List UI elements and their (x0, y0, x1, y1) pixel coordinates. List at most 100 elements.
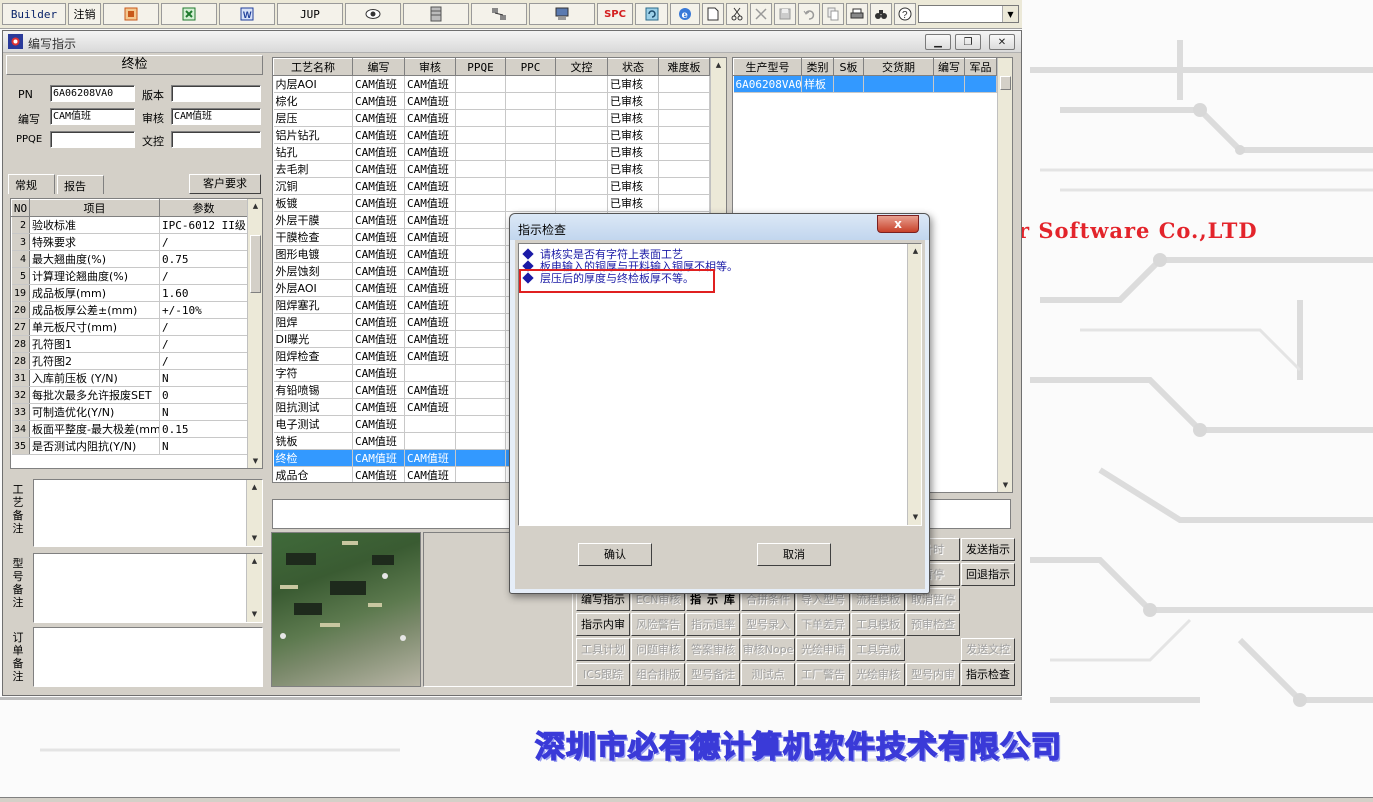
param-cell[interactable]: N (159, 369, 248, 387)
message-list-scrollbar[interactable]: ▲ ▼ (907, 244, 921, 525)
column-header-status[interactable]: 状态 (607, 58, 659, 76)
cut-button[interactable] (726, 3, 748, 25)
action-button[interactable]: 回退指示 (961, 563, 1015, 586)
column-header-ppqe[interactable]: PPQE (455, 58, 506, 76)
scroll-up-icon[interactable]: ▲ (711, 58, 726, 73)
action-button[interactable]: 预审检查 (906, 613, 960, 636)
excel-button[interactable] (161, 3, 217, 25)
parameter-grid-scrollbar[interactable]: ▲ ▼ (247, 199, 262, 468)
param-cell[interactable]: N (159, 437, 248, 455)
param-cell[interactable]: N (159, 403, 248, 421)
model-memo-scrollbar[interactable]: ▲ ▼ (246, 554, 262, 622)
action-button[interactable]: 答案审核 (686, 638, 740, 661)
action-button[interactable]: 问题审核 (631, 638, 685, 661)
spc-button[interactable]: SPC (597, 3, 633, 25)
scroll-down-icon[interactable]: ▼ (248, 454, 262, 468)
table-row[interactable]: 28 孔符图2/ (11, 352, 248, 370)
refresh-button[interactable] (635, 3, 668, 25)
writer-field[interactable]: CAM值班 (50, 108, 135, 125)
table-row[interactable]: 32 每批次最多允许报废SET 0 (11, 386, 248, 404)
table-row[interactable]: 棕化 CAM值班 CAM值班 已审核 (273, 92, 710, 110)
param-cell[interactable]: / (159, 233, 248, 251)
copy-button[interactable] (822, 3, 844, 25)
customer-requirements-button[interactable]: 客户要求 (189, 174, 261, 194)
column-header-military[interactable]: 军品 (964, 58, 997, 76)
ppqe-field[interactable] (50, 131, 135, 148)
table-row[interactable]: 27 单元板尺寸(mm) / (11, 318, 248, 336)
action-button[interactable]: 审核Nope (741, 638, 795, 661)
column-header-item[interactable]: 项目 (29, 199, 160, 217)
scroll-up-icon[interactable]: ▲ (248, 199, 262, 214)
table-row[interactable]: 31 入库前压板 (Y/N) N (11, 369, 248, 387)
table-row[interactable]: 20 成品板厚公差±(mm) +/-10% (11, 301, 248, 319)
param-cell[interactable]: 1.60 (159, 284, 248, 302)
action-button[interactable]: 光绘申请 (796, 638, 850, 661)
action-button[interactable]: 型号录入 (741, 613, 795, 636)
database-button[interactable] (403, 3, 469, 25)
column-header-reviewer[interactable]: 审核 (404, 58, 456, 76)
print-button[interactable] (846, 3, 868, 25)
action-button[interactable]: 发送指示 (961, 538, 1015, 561)
table-row[interactable]: 28 孔符图1/ (11, 335, 248, 353)
scroll-down-icon[interactable]: ▼ (908, 510, 921, 525)
table-row[interactable]: 19 成品板厚(mm) 1.60 (11, 284, 248, 302)
scroll-up-icon[interactable]: ▲ (908, 244, 921, 259)
action-button[interactable]: 指示退率 (686, 613, 740, 636)
action-button[interactable]: 测试点 (741, 663, 795, 686)
maximize-button[interactable]: ❐ (955, 34, 981, 50)
table-row[interactable]: 内层AOI CAM值班 CAM值班 已审核 (273, 75, 710, 93)
action-button[interactable]: 指示内审 (576, 613, 630, 636)
column-header-writer[interactable]: 编写 (933, 58, 965, 76)
param-cell[interactable]: 0.75 (159, 250, 248, 268)
logout-button[interactable]: 注销 (68, 3, 101, 25)
table-row[interactable]: 33 可制造优化(Y/N) N (11, 403, 248, 421)
cancel-button[interactable]: 取消 (757, 543, 831, 566)
table-row[interactable]: 2 验收标准 IPC-6012 II级 (11, 216, 248, 234)
action-button[interactable]: 型号备注 (686, 663, 740, 686)
builder-button[interactable]: Builder (2, 3, 66, 25)
action-button[interactable]: 型号内审 (906, 663, 960, 686)
delete-button[interactable] (750, 3, 772, 25)
scroll-down-icon[interactable]: ▼ (247, 607, 262, 622)
process-memo-box[interactable]: ▲ ▼ (33, 479, 263, 547)
scroll-thumb[interactable] (250, 235, 261, 293)
table-row[interactable]: 去毛刺 CAM值班 CAM值班 已审核 (273, 160, 710, 178)
table-row[interactable]: 5 计算理论翘曲度(%) / (11, 267, 248, 285)
table-row[interactable]: 铝片钻孔 CAM值班 CAM值班 已审核 (273, 126, 710, 144)
word-button[interactable]: W (219, 3, 275, 25)
param-cell[interactable]: / (159, 318, 248, 336)
param-cell[interactable]: 0.15 (159, 420, 248, 438)
save-button[interactable] (774, 3, 796, 25)
tab-report[interactable]: 报告 (57, 175, 104, 194)
product-grid-scrollbar[interactable]: ▼ (997, 58, 1012, 492)
view-button[interactable] (345, 3, 401, 25)
network-button[interactable] (471, 3, 527, 25)
process-note-box[interactable] (272, 499, 512, 529)
table-row[interactable]: 板镀 CAM值班 CAM值班 已审核 (273, 194, 710, 212)
table-row[interactable]: 沉铜 CAM值班 CAM值班 已审核 (273, 177, 710, 195)
action-button[interactable]: 工具模板 (851, 613, 905, 636)
action-button[interactable]: 指示检查 (961, 663, 1015, 686)
table-row[interactable]: 3 特殊要求 / (11, 233, 248, 251)
action-button[interactable]: 风险警告 (631, 613, 685, 636)
table-row[interactable]: 6A06208VA0 样板 (733, 75, 997, 93)
table-row[interactable]: 34 板面平整度-最大极差(mm) 0.15 (11, 420, 248, 438)
find-button[interactable] (870, 3, 892, 25)
column-header-ppc[interactable]: PPC (505, 58, 556, 76)
confirm-button[interactable]: 确认 (578, 543, 652, 566)
column-header-writer[interactable]: 编写 (352, 58, 405, 76)
column-header-param[interactable]: 参数 (159, 199, 248, 217)
column-header-model[interactable]: 生产型号 (733, 58, 802, 76)
doc-control-field[interactable] (171, 131, 261, 148)
action-button[interactable]: 工具完成 (851, 638, 905, 661)
browser-button[interactable]: e (670, 3, 700, 25)
action-button[interactable]: 光绘审核 (851, 663, 905, 686)
action-button[interactable]: 工具计划 (576, 638, 630, 661)
param-cell[interactable]: / (159, 335, 248, 353)
action-button[interactable]: ICS跟踪 (576, 663, 630, 686)
column-header-due-date[interactable]: 交货期 (863, 58, 934, 76)
column-header-s-board[interactable]: S板 (833, 58, 864, 76)
action-button[interactable]: 工厂警告 (796, 663, 850, 686)
param-cell[interactable]: +/-10% (159, 301, 248, 319)
new-button[interactable] (702, 3, 724, 25)
